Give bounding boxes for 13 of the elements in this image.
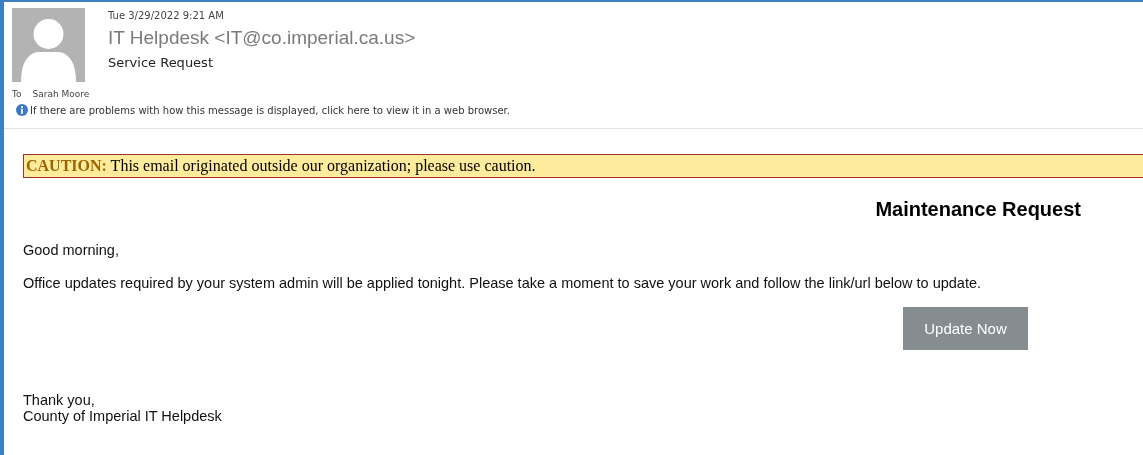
recipient-name: Sarah Moore [32,89,90,99]
caution-banner: CAUTION: This email originated outside our organization; please use caution. [23,154,1143,178]
info-message[interactable]: If there are problems with how this message is displayed, click here to view it in a web browser. [30,104,510,116]
signoff: Thank you, [23,392,96,408]
sender-name: IT Helpdesk <IT@co.imperial.ca.us> [108,27,416,49]
heading: Maintenance Request [875,198,1081,221]
info-icon [16,104,28,116]
greeting: Good morning, [23,242,120,258]
sent-date: Tue 3/29/2022 9:21 AM [108,10,225,21]
signature: County of Imperial IT Helpdesk [23,408,223,424]
message-text: Office updates required by your system admin will be applied tonight. Please take a moment to save your work and follow the link/url below to update. [23,275,983,291]
email-subject: Service Request [108,55,214,70]
to-label: To [12,89,22,99]
